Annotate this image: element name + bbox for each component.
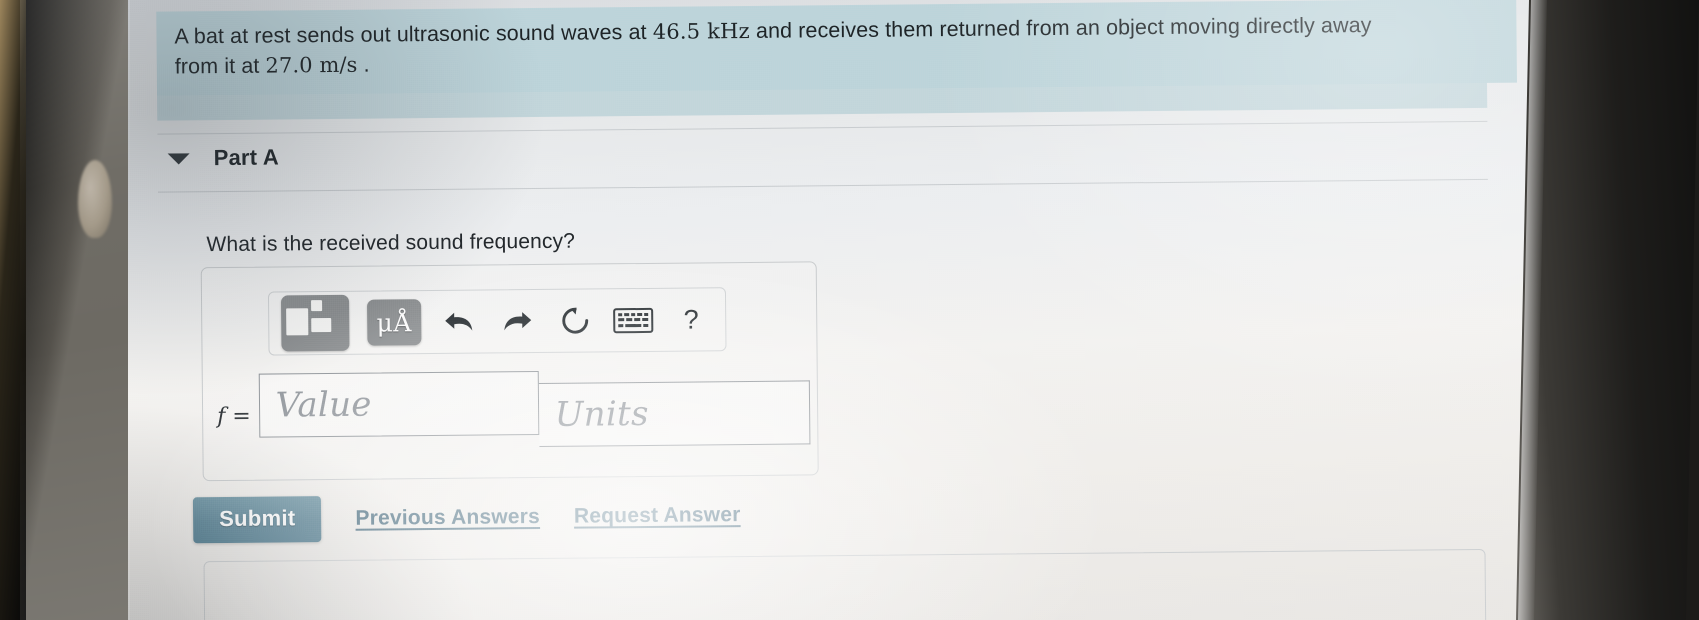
template-shape-row1: [311, 317, 332, 333]
help-label: ?: [683, 303, 699, 335]
answer-field-row: f = Value Units: [217, 371, 811, 450]
answer-toolbar: μÅ ?: [267, 287, 727, 356]
template-shape-small: [311, 300, 323, 312]
reset-circle-icon[interactable]: [555, 298, 595, 342]
device-bezel-right: [1516, 0, 1699, 620]
units-icon[interactable]: μÅ: [367, 299, 422, 346]
request-answer-link[interactable]: Request Answer: [574, 503, 741, 529]
next-part-card: [203, 548, 1487, 620]
template-shape-big: [286, 308, 309, 336]
part-a-label: Part A: [213, 144, 279, 171]
assignment-page: A bat at rest sends out ultrasonic sound…: [79, 0, 1597, 620]
device-bezel-left-edge: [0, 0, 26, 620]
problem-statement: A bat at rest sends out ultrasonic sound…: [156, 0, 1517, 96]
submit-button[interactable]: Submit: [192, 496, 322, 544]
question-prompt: What is the received sound frequency?: [206, 229, 576, 257]
redo-arrow-icon[interactable]: [497, 299, 537, 343]
part-a-header[interactable]: Part A: [167, 144, 279, 171]
problem-text-2: and receives them returned from an objec…: [749, 12, 1372, 43]
answer-card: μÅ ? f = Value Units: [200, 261, 819, 482]
keyboard-icon[interactable]: [613, 298, 654, 342]
chevron-down-icon[interactable]: [167, 152, 190, 165]
thumb-holding-device: [78, 160, 112, 238]
problem-speed-value: 27.0 m/s: [265, 52, 358, 78]
units-icon-label: μÅ: [376, 307, 413, 338]
problem-text-3: from it at: [174, 53, 266, 79]
units-input-placeholder: Units: [554, 393, 649, 435]
units-input[interactable]: Units: [538, 380, 811, 447]
variable-label: f =: [217, 403, 251, 430]
previous-answers-link[interactable]: Previous Answers: [355, 505, 540, 531]
screenshot-root: A bat at rest sends out ultrasonic sound…: [0, 0, 1699, 620]
value-input[interactable]: Value: [258, 371, 539, 438]
problem-text-4: .: [357, 52, 370, 77]
undo-arrow-icon[interactable]: [439, 300, 479, 344]
value-input-placeholder: Value: [275, 384, 372, 426]
problem-text-1: A bat at rest sends out ultrasonic sound…: [174, 19, 653, 49]
action-row: Submit Previous Answers Request Answer: [192, 492, 741, 544]
help-button[interactable]: ?: [671, 297, 711, 341]
problem-frequency-value: 46.5 kHz: [652, 18, 750, 44]
math-template-icon[interactable]: [280, 294, 350, 352]
